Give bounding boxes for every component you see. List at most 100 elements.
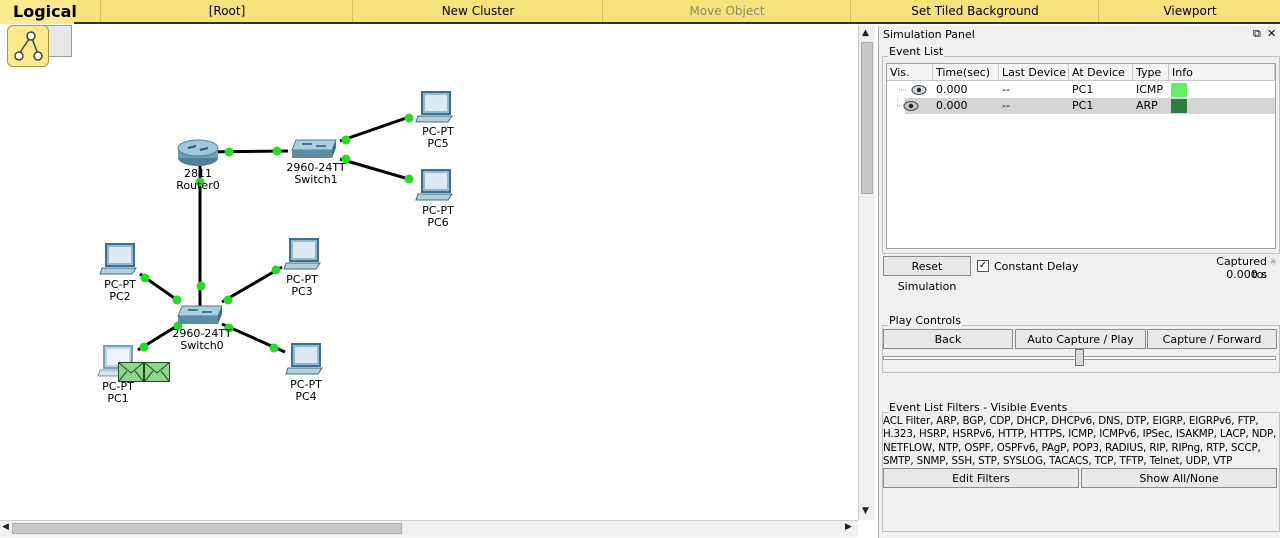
event-at-device: PC1 <box>1072 83 1094 96</box>
pc2-label: PC-PT PC2 <box>90 279 150 303</box>
event-info-color-swatch[interactable] <box>1171 83 1187 97</box>
pc3[interactable] <box>282 237 322 274</box>
capture-forward-button[interactable]: Capture / Forward <box>1147 329 1277 349</box>
pc6-label: PC-PT PC6 <box>408 205 468 229</box>
visible-events-list: ACL Filter, ARP, BGP, CDP, DHCP, DHCPv6,… <box>883 415 1277 468</box>
switch0-label: 2960-24TT Switch0 <box>166 328 238 352</box>
undock-icon[interactable]: ⧉ <box>1253 27 1261 41</box>
router0-label: 2811 Router0 <box>168 168 228 192</box>
pc3-label: PC-PT PC3 <box>272 274 332 298</box>
asterisk-icon: ✳ <box>1269 257 1278 268</box>
column-header[interactable]: Info <box>1169 64 1275 81</box>
canvas-horizontal-scrollbar[interactable]: ◀ ▶ <box>0 520 858 537</box>
horizontal-scroll-thumb[interactable] <box>12 523 402 534</box>
table-row[interactable]: 0.000 -- PC1 ARP <box>897 98 1275 114</box>
device-name: PC2 <box>109 290 131 303</box>
column-header[interactable]: Time(sec) <box>933 64 999 81</box>
move-object-button[interactable]: Move Object <box>602 0 851 22</box>
auto-capture-play-button[interactable]: Auto Capture / Play <box>1015 329 1146 349</box>
pc4[interactable] <box>284 342 324 379</box>
switch1[interactable] <box>288 136 340 163</box>
column-header[interactable]: At Device <box>1069 64 1133 81</box>
pc6[interactable] <box>414 168 454 205</box>
eye-icon[interactable] <box>897 98 925 114</box>
port-led <box>269 343 279 353</box>
pc-icon <box>415 91 453 123</box>
captured-to-value: 0.000 s <box>1226 268 1267 281</box>
pc4-label: PC-PT PC4 <box>276 379 336 403</box>
scroll-right-icon[interactable]: ▶ <box>845 522 852 532</box>
port-led <box>404 113 414 123</box>
scroll-left-icon[interactable]: ◀ <box>2 522 9 532</box>
topology-icon <box>14 31 43 61</box>
port-led <box>224 147 234 157</box>
pc2[interactable] <box>98 242 138 279</box>
panel-title: Simulation Panel <box>883 28 975 41</box>
event-last-device: -- <box>1002 99 1010 112</box>
scroll-down-icon[interactable]: ▼ <box>862 506 869 516</box>
constant-delay-label: Constant Delay <box>994 260 1079 273</box>
port-led <box>341 135 351 145</box>
pc-icon <box>285 343 323 375</box>
root-button[interactable]: [Root] <box>100 0 353 22</box>
port-led <box>404 174 414 184</box>
column-header[interactable]: Type <box>1133 64 1169 81</box>
switch0[interactable] <box>174 302 226 329</box>
switch-icon <box>177 305 223 324</box>
logical-canvas[interactable]: 2811 Router0 2960-24TT Switch1 2960-24TT… <box>0 24 858 520</box>
device-name: PC3 <box>291 285 313 298</box>
link-switch1-pc5[interactable] <box>339 114 413 143</box>
pdu-envelopes[interactable] <box>118 362 170 382</box>
switch1-label: 2960-24TT Switch1 <box>280 162 352 186</box>
device-name: PC1 <box>107 392 129 405</box>
device-name: PC5 <box>427 137 449 150</box>
pc-icon <box>99 243 137 275</box>
device-name: Switch1 <box>294 173 338 186</box>
port-led <box>139 342 149 352</box>
show-all-none-button[interactable]: Show All/None <box>1081 468 1277 488</box>
workspace-toolbar: Logical [Root] New Cluster Move Object S… <box>0 0 1280 24</box>
reset-simulation-button[interactable]: Reset Simulation <box>883 256 971 293</box>
constant-delay-checkbox[interactable]: ✓ <box>977 260 989 272</box>
simulation-panel: Simulation Panel ⧉ ✕ Event List Vis. Tim… <box>878 26 1280 538</box>
switch-icon <box>291 139 337 158</box>
event-time: 0.000 <box>936 99 968 112</box>
back-button[interactable]: Back <box>883 329 1013 349</box>
vertical-scroll-thumb[interactable] <box>861 42 873 194</box>
event-at-device: PC1 <box>1072 99 1094 112</box>
router-icon <box>177 139 219 166</box>
column-header[interactable]: Last Device <box>999 64 1069 81</box>
pc1-label: PC-PT PC1 <box>88 381 148 405</box>
device-name: PC6 <box>427 216 449 229</box>
port-led <box>272 146 282 156</box>
logical-workspace-tab[interactable]: Logical <box>0 0 77 24</box>
device-name: Switch0 <box>180 339 224 352</box>
event-list-table[interactable]: Vis. Time(sec) Last Device At Device Typ… <box>886 63 1276 249</box>
viewport-button[interactable]: Viewport <box>1098 0 1280 22</box>
new-cluster-button[interactable]: New Cluster <box>352 0 603 22</box>
device-name: Router0 <box>176 179 220 192</box>
eye-icon[interactable] <box>897 82 933 98</box>
event-last-device: -- <box>1002 83 1010 96</box>
cluster-navigation-icon[interactable] <box>7 25 49 67</box>
play-speed-slider-thumb[interactable] <box>1075 349 1084 366</box>
pc5[interactable] <box>414 90 454 127</box>
scroll-up-icon[interactable]: ▲ <box>862 28 869 38</box>
play-controls-label: Play Controls <box>888 314 962 327</box>
event-type: ICMP <box>1136 83 1164 96</box>
canvas-vertical-scrollbar[interactable]: ▲ ▼ <box>858 26 875 520</box>
port-led <box>196 281 206 291</box>
event-type: ARP <box>1136 99 1158 112</box>
column-header[interactable]: Vis. <box>887 64 933 81</box>
close-icon[interactable]: ✕ <box>1267 27 1276 40</box>
set-tiled-background-button[interactable]: Set Tiled Background <box>850 0 1099 22</box>
event-info-color-swatch[interactable] <box>1171 99 1187 113</box>
edit-filters-button[interactable]: Edit Filters <box>883 468 1079 488</box>
device-name: PC4 <box>295 390 317 403</box>
event-list-label: Event List <box>888 45 945 58</box>
pc-icon <box>415 169 453 201</box>
pc-icon <box>283 238 321 270</box>
event-filters-label: Event List Filters - Visible Events <box>888 401 1069 414</box>
envelope-icon <box>118 362 170 382</box>
table-row[interactable]: 0.000 -- PC1 ICMP <box>887 82 1275 98</box>
